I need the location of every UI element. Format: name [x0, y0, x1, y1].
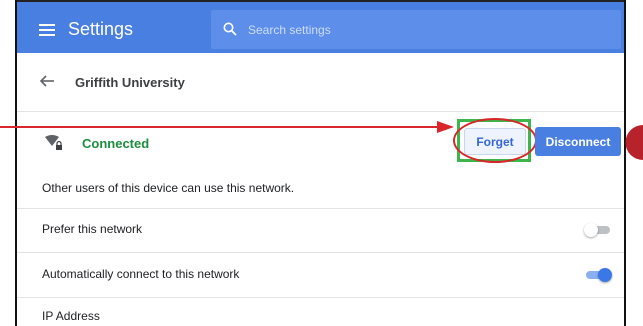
- shared-network-info: Other users of this device can use this …: [17, 171, 624, 209]
- prefer-network-label: Prefer this network: [42, 222, 143, 236]
- settings-window: Settings Griffith University Connected F…: [15, 0, 626, 326]
- ip-address-row[interactable]: IP Address: [17, 298, 624, 326]
- shared-network-text: Other users of this device can use this …: [42, 181, 295, 195]
- search-input[interactable]: [246, 18, 550, 42]
- app-title: Settings: [68, 19, 134, 39]
- connection-status-row: Connected Forget Disconnect: [17, 111, 624, 171]
- annotation-marker: [625, 125, 643, 160]
- menu-icon[interactable]: [39, 24, 55, 36]
- page-title: Griffith University: [75, 75, 185, 90]
- prefer-network-row[interactable]: Prefer this network: [17, 208, 624, 253]
- back-arrow-icon[interactable]: [39, 73, 55, 89]
- header-bar: Settings: [17, 0, 624, 53]
- search-icon: [223, 22, 237, 36]
- auto-connect-toggle[interactable]: [584, 268, 612, 282]
- auto-connect-label: Automatically connect to this network: [42, 267, 240, 281]
- search-box[interactable]: [211, 10, 621, 49]
- prefer-network-toggle[interactable]: [584, 223, 612, 237]
- disconnect-button[interactable]: Disconnect: [535, 127, 621, 156]
- forget-button[interactable]: Forget: [464, 128, 526, 155]
- wifi-secure-icon: [45, 135, 62, 150]
- network-subheader: Griffith University: [17, 53, 624, 112]
- ip-address-label: IP Address: [42, 309, 100, 323]
- auto-connect-row[interactable]: Automatically connect to this network: [17, 253, 624, 298]
- connection-status: Connected: [82, 136, 150, 151]
